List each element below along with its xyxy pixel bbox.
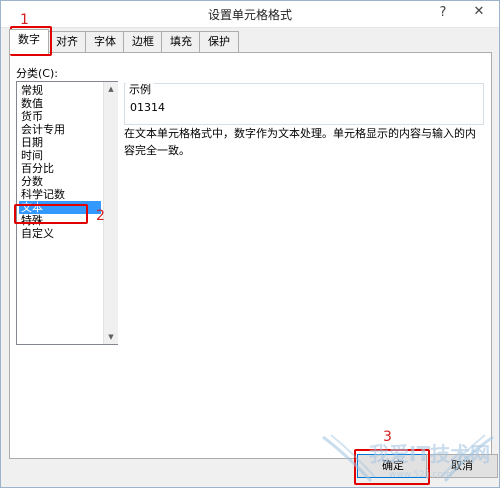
category-item-accounting[interactable]: 会计专用 bbox=[19, 123, 67, 136]
category-item-time[interactable]: 时间 bbox=[19, 149, 45, 162]
category-item-date[interactable]: 日期 bbox=[19, 136, 45, 149]
scroll-up-icon[interactable]: ▲ bbox=[104, 82, 118, 96]
title-bar[interactable]: 设置单元格格式 ? ✕ bbox=[1, 1, 499, 28]
tab-font[interactable]: 字体 bbox=[85, 31, 125, 52]
category-label: 分类(C): bbox=[16, 67, 58, 80]
category-item-general[interactable]: 常规 bbox=[19, 84, 45, 97]
tab-fill[interactable]: 填充 bbox=[161, 31, 201, 52]
sample-caption: 示例 bbox=[126, 81, 154, 97]
dialog-title: 设置单元格格式 bbox=[207, 8, 292, 22]
category-scrollbar[interactable]: ▲ ▼ bbox=[103, 82, 118, 344]
sample-groupbox bbox=[124, 83, 484, 125]
scroll-down-icon[interactable]: ▼ bbox=[104, 330, 118, 344]
number-tab-panel: 分类(C): 常规 数值 货币 会计专用 日期 时间 百分比 分数 科学记数 文… bbox=[9, 52, 492, 459]
step-number-3: 3 bbox=[383, 429, 392, 445]
highlight-ok-button bbox=[354, 449, 430, 485]
category-item-currency[interactable]: 货币 bbox=[19, 110, 45, 123]
close-icon[interactable]: ✕ bbox=[459, 1, 499, 23]
tab-border[interactable]: 边框 bbox=[123, 31, 163, 52]
category-item-custom[interactable]: 自定义 bbox=[19, 227, 56, 240]
tab-protection[interactable]: 保护 bbox=[199, 31, 239, 52]
highlight-category-text bbox=[14, 204, 88, 224]
sample-value: 01314 bbox=[130, 101, 165, 114]
format-cells-dialog: 设置单元格格式 ? ✕ 数字 对齐 字体 边框 填充 保护 分类(C): 常规 … bbox=[0, 0, 500, 488]
tab-number[interactable]: 数字 bbox=[9, 29, 49, 54]
cancel-button[interactable]: 取消 bbox=[426, 454, 498, 478]
category-item-percentage[interactable]: 百分比 bbox=[19, 162, 56, 175]
category-item-fraction[interactable]: 分数 bbox=[19, 175, 45, 188]
format-description: 在文本单元格格式中，数字作为文本处理。单元格显示的内容与输入的内容完全一致。 bbox=[124, 127, 476, 157]
help-icon[interactable]: ? bbox=[433, 3, 453, 23]
tab-alignment[interactable]: 对齐 bbox=[47, 31, 87, 52]
step-number-1: 1 bbox=[20, 12, 29, 28]
step-number-2: 2 bbox=[96, 208, 105, 224]
category-item-scientific[interactable]: 科学记数 bbox=[19, 188, 67, 201]
category-item-number[interactable]: 数值 bbox=[19, 97, 45, 110]
